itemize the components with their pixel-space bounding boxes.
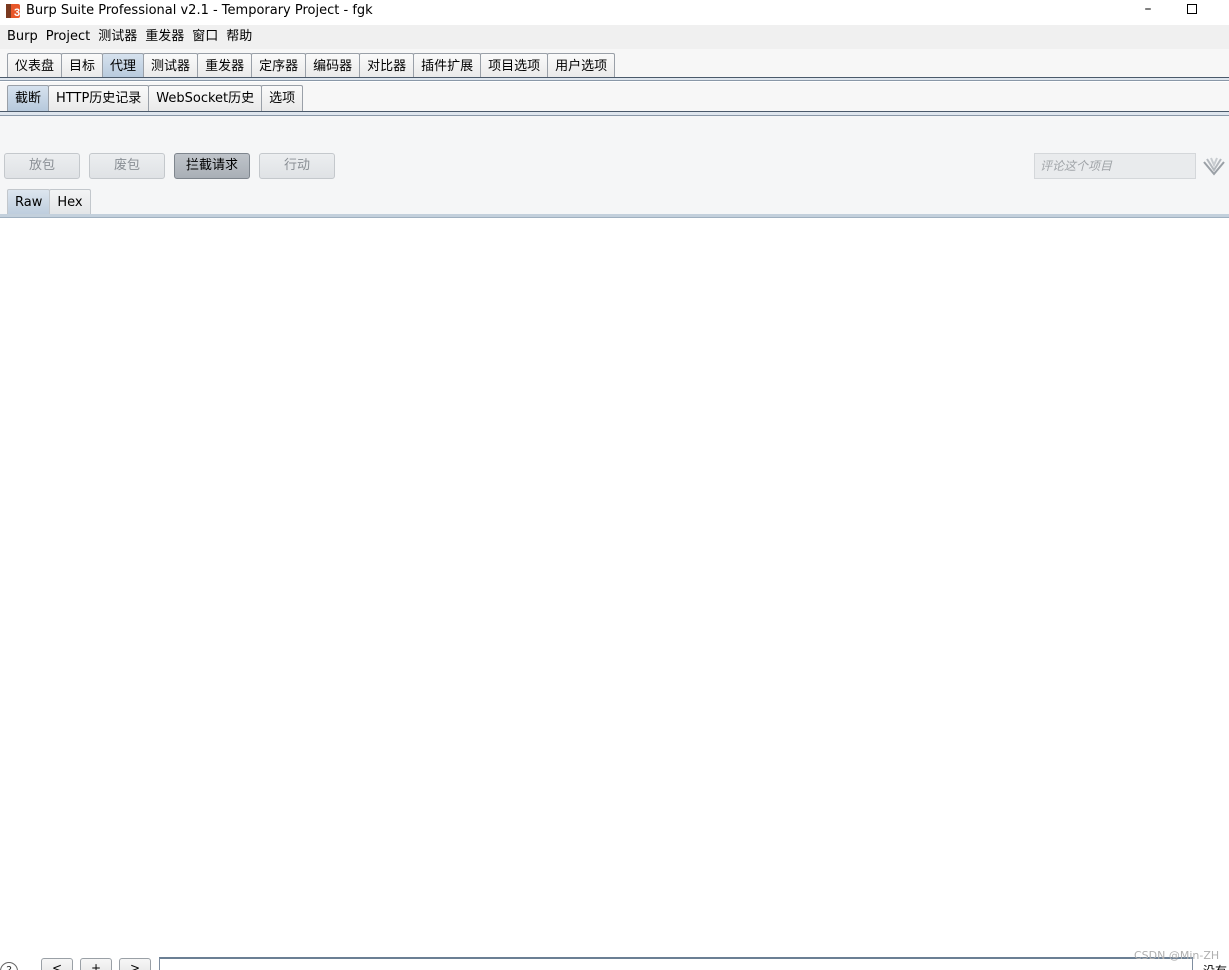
message-view-tabs: Raw Hex <box>7 189 91 215</box>
tab-extender[interactable]: 插件扩展 <box>413 53 482 79</box>
tab-hex[interactable]: Hex <box>49 189 91 215</box>
tab-proxy-options[interactable]: 选项 <box>261 85 304 111</box>
tab-dashboard[interactable]: 仪表盘 <box>7 53 63 79</box>
svg-text:3: 3 <box>14 7 20 19</box>
comment-input[interactable]: 评论这个项目 <box>1034 153 1196 179</box>
tab-http-history[interactable]: HTTP历史记录 <box>48 85 150 111</box>
view-tab-divider <box>0 214 1229 218</box>
message-editor[interactable] <box>0 219 1229 950</box>
menu-help[interactable]: 帮助 <box>222 27 256 47</box>
help-icon[interactable]: ? <box>0 962 18 970</box>
tab-user-options[interactable]: 用户选项 <box>547 53 616 79</box>
previous-match-button[interactable]: < <box>41 958 73 970</box>
highlight-icon[interactable] <box>1203 156 1225 176</box>
tab-raw[interactable]: Raw <box>7 189 51 215</box>
menu-repeater[interactable]: 重发器 <box>141 27 188 47</box>
menu-bar: Burp Project 测试器 重发器 窗口 帮助 <box>0 25 1229 49</box>
search-bar: ? < + > 没有 CSDN @Min-ZH <box>0 950 1229 970</box>
next-match-button[interactable]: > <box>119 958 151 970</box>
tab-intercept[interactable]: 截断 <box>7 85 50 111</box>
maximize-icon <box>1187 4 1197 14</box>
intercept-toggle-button[interactable]: 拦截请求 <box>174 153 250 179</box>
tab-sequencer[interactable]: 定序器 <box>251 53 307 79</box>
minimize-button[interactable]: – <box>1138 2 1158 18</box>
maximize-button[interactable] <box>1182 2 1202 20</box>
window-title: Burp Suite Professional v2.1 - Temporary… <box>26 3 373 18</box>
intercept-toolbar: 放包 废包 拦截请求 行动 评论这个项目 Raw Hex <box>0 116 1229 218</box>
menu-window[interactable]: 窗口 <box>188 27 222 47</box>
tab-websocket-history[interactable]: WebSocket历史 <box>148 85 263 111</box>
drop-button[interactable]: 废包 <box>89 153 165 179</box>
forward-button[interactable]: 放包 <box>4 153 80 179</box>
search-options-button[interactable]: + <box>80 958 112 970</box>
main-tab-divider <box>0 77 1229 81</box>
tab-proxy[interactable]: 代理 <box>102 53 145 79</box>
match-count: 没有 <box>1203 962 1227 970</box>
watermark: CSDN @Min-ZH <box>1134 950 1220 962</box>
title-bar: 3 Burp Suite Professional v2.1 - Tempora… <box>0 0 1229 24</box>
tab-repeater[interactable]: 重发器 <box>197 53 253 79</box>
menu-intruder[interactable]: 测试器 <box>94 27 141 47</box>
tab-project-options[interactable]: 项目选项 <box>480 53 549 79</box>
action-button[interactable]: 行动 <box>259 153 335 179</box>
tab-target[interactable]: 目标 <box>61 53 104 79</box>
tab-decoder[interactable]: 编码器 <box>305 53 361 79</box>
tab-intruder[interactable]: 测试器 <box>143 53 199 79</box>
tab-comparer[interactable]: 对比器 <box>359 53 415 79</box>
burp-logo-icon: 3 <box>6 4 20 19</box>
menu-burp[interactable]: Burp <box>3 27 42 47</box>
menu-project[interactable]: Project <box>42 27 94 47</box>
search-input[interactable] <box>159 957 1193 970</box>
